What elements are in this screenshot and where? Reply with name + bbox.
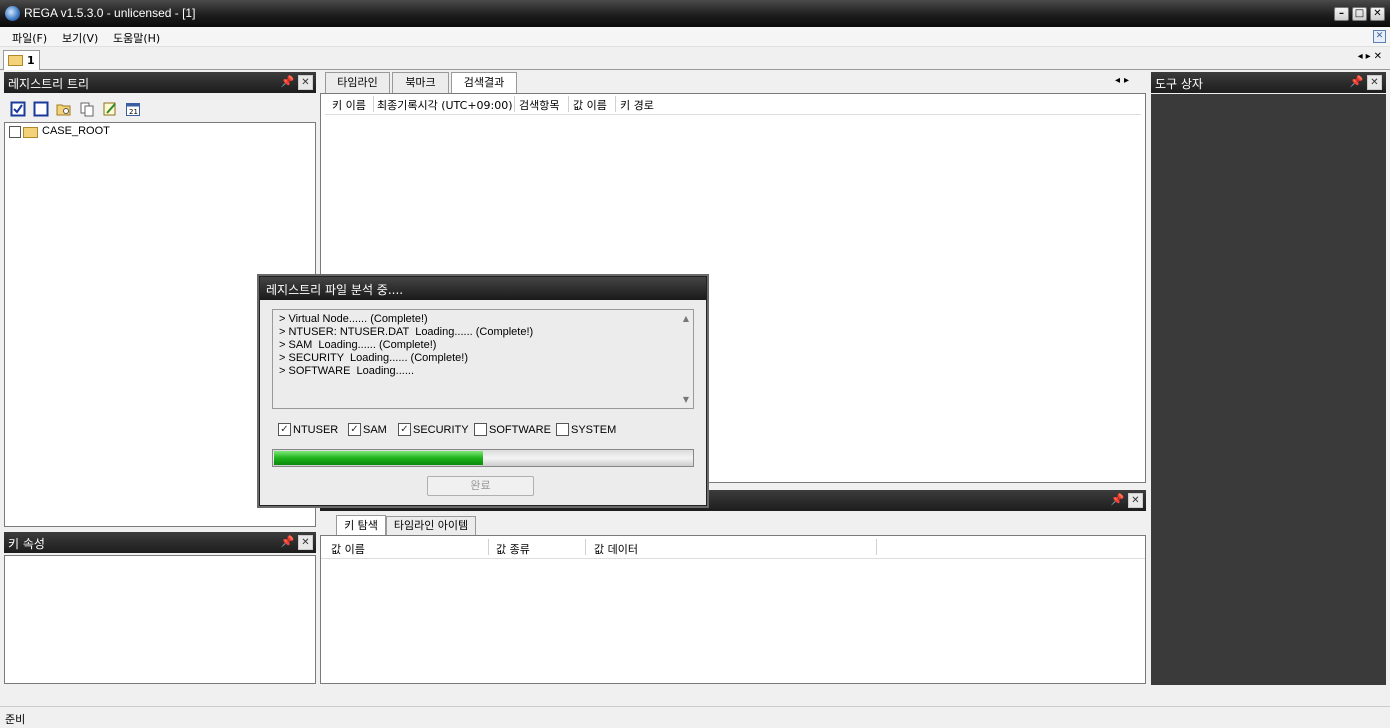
analysis-progress-bar: [272, 449, 694, 467]
column-value-type[interactable]: 값 종류: [496, 541, 530, 557]
tab-bookmark[interactable]: 북마크: [392, 72, 449, 94]
checkbox-sam[interactable]: ✓: [348, 423, 361, 436]
checkbox-ntuser[interactable]: ✓: [278, 423, 291, 436]
content-tab-nav-arrows[interactable]: ◂▸: [1115, 75, 1133, 86]
tool-box-header: 도구 상자 📌 ✕: [1151, 72, 1386, 93]
copy-icon[interactable]: [79, 101, 95, 117]
document-tab-label: 1: [27, 54, 35, 67]
app-icon: [5, 6, 20, 21]
column-search-item[interactable]: 검색항목: [519, 97, 559, 113]
status-bar: 준비: [0, 706, 1390, 728]
panel-close-icon[interactable]: ✕: [1367, 75, 1382, 90]
dialog-title-bar: 레지스트리 파일 분석 중....: [260, 277, 706, 300]
scroll-down-icon[interactable]: ▼: [683, 395, 689, 404]
check-all-icon[interactable]: [10, 101, 26, 117]
menu-view[interactable]: 보기(V): [62, 30, 98, 46]
pin-icon[interactable]: 📌: [280, 535, 295, 549]
tab-timeline[interactable]: 타임라인: [325, 72, 390, 94]
registry-tree-header: 레지스트리 트리 📌 ✕: [4, 72, 316, 93]
mdi-close-icon[interactable]: ✕: [1373, 30, 1386, 43]
tool-box-body: [1151, 94, 1386, 685]
calendar-icon[interactable]: 21: [125, 101, 141, 117]
log-line: > Virtual Node...... (Complete!): [279, 313, 428, 325]
scroll-up-icon[interactable]: ▲: [683, 314, 689, 323]
search-results-header: 키 이름 최종기록시각 (UTC+09:00) 검색항목 값 이름 키 경로: [325, 94, 1141, 115]
column-key-name[interactable]: 키 이름: [332, 97, 366, 113]
title-bar: REGA v1.5.3.0 - unlicensed - [1] – □ ✕: [0, 0, 1390, 27]
tab-timeline-items[interactable]: 타임라인 아이템: [386, 516, 476, 536]
key-properties-view[interactable]: [4, 555, 316, 684]
key-properties-header: 키 속성 📌 ✕: [4, 532, 316, 553]
column-value-data[interactable]: 값 데이터: [594, 541, 638, 557]
checkbox-label-security: SECURITY: [413, 424, 469, 436]
uncheck-all-icon[interactable]: [33, 101, 49, 117]
checkbox-security[interactable]: ✓: [398, 423, 411, 436]
log-line: > SOFTWARE Loading......: [279, 365, 415, 377]
checkbox-software[interactable]: [474, 423, 487, 436]
open-folder-icon[interactable]: [56, 101, 72, 117]
progress-fill: [274, 451, 483, 465]
folder-icon: [8, 55, 23, 66]
tree-node-checkbox[interactable]: [9, 126, 21, 138]
checkbox-system[interactable]: [556, 423, 569, 436]
analysis-log[interactable]: > Virtual Node...... (Complete!) > NTUSE…: [272, 309, 694, 409]
column-separator: [876, 539, 877, 555]
registry-tree-title: 레지스트리 트리: [8, 77, 90, 91]
tab-search-results[interactable]: 검색결과: [451, 72, 517, 95]
analysis-progress-dialog: 레지스트리 파일 분석 중.... > Virtual Node...... (…: [259, 276, 707, 506]
edit-note-icon[interactable]: [102, 101, 118, 117]
status-text: 준비: [5, 713, 26, 726]
log-line: > NTUSER: NTUSER.DAT Loading...... (Comp…: [279, 326, 534, 338]
maximize-button[interactable]: □: [1352, 7, 1367, 21]
checkbox-label-sam: SAM: [363, 424, 387, 436]
document-tab-bar: 1 ◂▸✕: [0, 48, 1390, 70]
window-title: REGA v1.5.3.0 - unlicensed - [1]: [24, 6, 196, 20]
folder-icon: [23, 127, 38, 138]
column-separator: [373, 96, 374, 112]
checkbox-label-ntuser: NTUSER: [293, 424, 339, 436]
tool-box-title: 도구 상자: [1155, 77, 1203, 91]
value-list-view[interactable]: 값 이름 값 종류 값 데이터: [320, 535, 1146, 684]
pin-icon[interactable]: 📌: [280, 75, 295, 89]
panel-close-icon[interactable]: ✕: [298, 75, 313, 90]
done-button[interactable]: 완료: [427, 476, 534, 496]
document-tab-1[interactable]: 1: [3, 50, 40, 70]
minimize-button[interactable]: –: [1334, 7, 1349, 21]
column-separator: [615, 96, 616, 112]
value-list-header: 값 이름 값 종류 값 데이터: [321, 536, 1145, 559]
tree-node-case-root[interactable]: CASE_ROOT: [42, 125, 110, 137]
bottom-tab-strip: 키 탐색 타임라인 아이템: [320, 511, 1146, 537]
dialog-title: 레지스트리 파일 분석 중....: [266, 283, 404, 297]
column-separator: [585, 539, 586, 555]
key-properties-title: 키 속성: [8, 537, 45, 551]
column-separator: [514, 96, 515, 112]
panel-close-icon[interactable]: ✕: [298, 535, 313, 550]
column-key-path[interactable]: 키 경로: [620, 97, 654, 113]
svg-text:21: 21: [129, 108, 138, 116]
column-separator: [488, 539, 489, 555]
tab-key-explore[interactable]: 키 탐색: [336, 515, 386, 537]
tab-nav-arrows[interactable]: ◂▸✕: [1358, 51, 1385, 62]
column-last-write-time[interactable]: 최종기록시각 (UTC+09:00): [377, 97, 513, 113]
pin-icon[interactable]: 📌: [1349, 75, 1364, 89]
panel-close-icon[interactable]: ✕: [1128, 493, 1143, 508]
column-value-name[interactable]: 값 이름: [331, 541, 365, 557]
log-line: > SECURITY Loading...... (Complete!): [279, 352, 469, 364]
checkbox-label-system: SYSTEM: [571, 424, 617, 436]
menu-help[interactable]: 도움말(H): [113, 30, 160, 46]
column-value-name[interactable]: 값 이름: [573, 97, 607, 113]
column-separator: [568, 96, 569, 112]
menu-bar: 파일(F) 보기(V) 도움말(H) ✕: [0, 27, 1390, 47]
pin-icon[interactable]: 📌: [1110, 493, 1125, 507]
log-line: > SAM Loading...... (Complete!): [279, 339, 437, 351]
checkbox-label-software: SOFTWARE: [489, 424, 551, 436]
close-button[interactable]: ✕: [1370, 7, 1385, 21]
menu-file[interactable]: 파일(F): [12, 30, 47, 46]
